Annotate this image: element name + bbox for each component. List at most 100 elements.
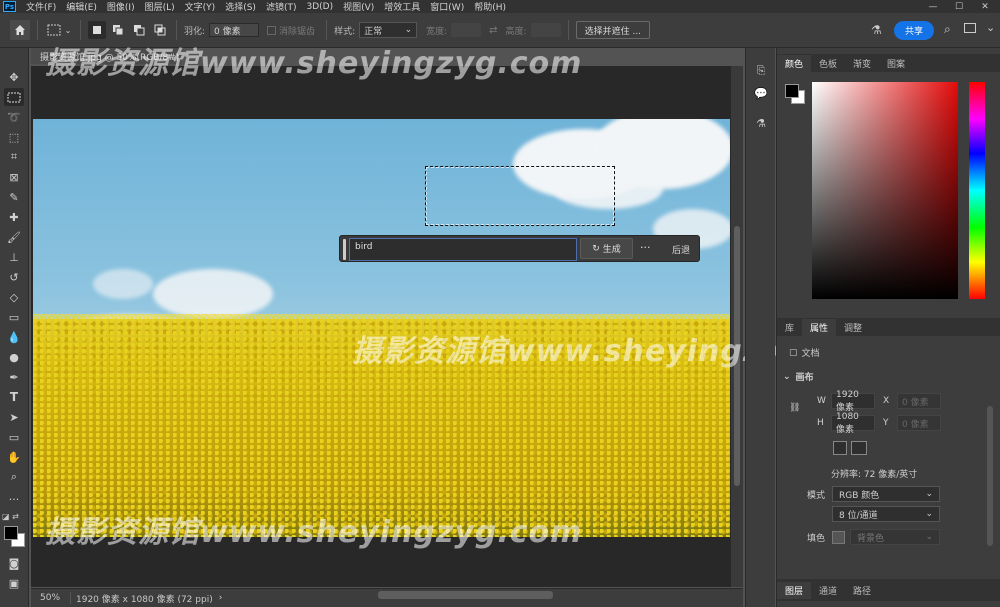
eraser-tool-icon[interactable]: ◇ — [4, 288, 24, 306]
minimize-button[interactable]: — — [920, 0, 946, 13]
width-input[interactable] — [451, 23, 482, 37]
default-colors-icon[interactable]: ◪ ⇄ — [2, 512, 19, 521]
clone-stamp-icon[interactable]: ⊥ — [4, 248, 24, 266]
portrait-orientation-icon[interactable] — [833, 441, 847, 455]
home-icon[interactable] — [10, 20, 30, 40]
flask-icon[interactable]: ⚗ — [752, 114, 770, 132]
select-and-mask-button[interactable]: 选择并遮住 ... — [575, 21, 651, 39]
generate-button[interactable]: ↻ 生成 — [580, 238, 633, 259]
pen-tool-icon[interactable]: ✒ — [4, 368, 24, 386]
bit-depth-select[interactable]: 8 位/通道 ⌄ — [832, 506, 940, 522]
tab-color[interactable]: 颜色 — [777, 55, 812, 72]
mode-select[interactable]: RGB 颜色 ⌄ — [832, 486, 940, 502]
dodge-tool-icon[interactable]: ● — [4, 348, 24, 366]
move-tool-icon[interactable]: ✥ — [4, 68, 24, 86]
brush-tool-icon[interactable]: 🖌 — [4, 228, 24, 246]
prompt-input[interactable]: bird — [349, 238, 577, 261]
screen-mode-icon[interactable]: ▣ — [4, 574, 24, 592]
zoom-tool-icon[interactable]: ⌕ — [4, 468, 24, 486]
marquee-tool-icon[interactable] — [4, 88, 24, 106]
hue-slider[interactable] — [969, 82, 985, 299]
feather-input[interactable]: 0 像素 — [209, 23, 260, 37]
more-options-icon[interactable]: ··· — [640, 241, 651, 254]
tab-libraries[interactable]: 库 — [777, 319, 802, 336]
chevron-right-icon[interactable]: › — [219, 593, 223, 603]
tab-layers[interactable]: 图层 — [777, 581, 812, 599]
menu-view[interactable]: 视图(V) — [338, 0, 379, 13]
new-selection-icon[interactable] — [88, 21, 106, 39]
properties-scrollbar[interactable] — [987, 406, 993, 546]
tab-adjustments[interactable]: 调整 — [836, 319, 870, 336]
history-brush-icon[interactable]: ↺ — [4, 268, 24, 286]
close-button[interactable]: ✕ — [972, 0, 998, 13]
subtract-selection-icon[interactable] — [130, 21, 148, 39]
history-icon[interactable]: ⎘ — [752, 62, 770, 80]
menu-filter[interactable]: 滤镜(T) — [261, 0, 302, 13]
maximize-button[interactable]: ☐ — [946, 0, 972, 13]
tab-paths[interactable]: 路径 — [845, 582, 879, 599]
menu-image[interactable]: 图像(I) — [102, 0, 140, 13]
antialias-checkbox[interactable] — [267, 25, 277, 35]
selection-marquee[interactable] — [425, 166, 615, 226]
frame-tool-icon[interactable]: ⊠ — [4, 168, 24, 186]
document-dimensions: 1920 像素 x 1080 像素 (72 ppi) — [76, 594, 213, 605]
landscape-orientation-icon[interactable] — [851, 441, 867, 455]
canvas-section[interactable]: ⌄ 画布 — [783, 370, 814, 384]
workspace-icon[interactable] — [964, 23, 976, 33]
add-selection-icon[interactable] — [109, 21, 127, 39]
blur-tool-icon[interactable]: 💧 — [4, 328, 24, 346]
search-icon[interactable]: ⌕ — [944, 22, 951, 37]
menu-edit[interactable]: 编辑(E) — [61, 0, 102, 13]
lasso-tool-icon[interactable]: ➰ — [4, 108, 24, 126]
flask-icon[interactable]: ⚗ — [871, 23, 882, 37]
eyedropper-icon[interactable]: ✎ — [4, 188, 24, 206]
canvas-width-field[interactable]: 1920 像素 — [831, 390, 875, 413]
width-label: W — [817, 396, 826, 406]
type-tool-icon[interactable]: T — [4, 388, 24, 406]
foreground-color-swatch[interactable] — [4, 526, 18, 540]
rectangle-tool-icon[interactable]: ▭ — [4, 428, 24, 446]
comments-icon[interactable]: 💬 — [752, 84, 770, 102]
menu-layer[interactable]: 图层(L) — [140, 0, 180, 13]
path-selection-icon[interactable]: ➤ — [4, 408, 24, 426]
document-icon: ▢ — [789, 347, 798, 358]
back-button[interactable]: 后退 — [672, 243, 690, 256]
tab-patterns[interactable]: 图案 — [879, 55, 913, 72]
horizontal-scroll-thumb[interactable] — [378, 591, 553, 599]
menu-type[interactable]: 文字(Y) — [180, 0, 221, 13]
tab-swatches[interactable]: 色板 — [811, 55, 845, 72]
tab-gradients[interactable]: 渐变 — [845, 55, 879, 72]
style-select[interactable]: 正常 ⌄ — [359, 22, 418, 38]
tab-properties[interactable]: 属性 — [802, 319, 837, 336]
menu-3d[interactable]: 3D(D) — [301, 2, 338, 12]
document-row: ▢ 文档 — [789, 346, 820, 360]
panel-foreground-swatch[interactable] — [785, 84, 799, 98]
link-icon[interactable]: ⛓ — [789, 403, 800, 413]
menu-file[interactable]: 文件(F) — [21, 0, 61, 13]
crop-tool-icon[interactable]: ⌗ — [4, 148, 24, 166]
object-selection-icon[interactable]: ⬚ — [4, 128, 24, 146]
chevron-down-icon: ⌄ — [925, 489, 933, 499]
hand-tool-icon[interactable]: ✋ — [4, 448, 24, 466]
menu-plugins[interactable]: 增效工具 — [379, 0, 425, 13]
menu-select[interactable]: 选择(S) — [220, 0, 261, 13]
refresh-icon: ↻ — [592, 243, 600, 254]
share-button[interactable]: 共享 — [894, 21, 934, 40]
menu-window[interactable]: 窗口(W) — [425, 0, 469, 13]
drag-handle[interactable] — [343, 239, 346, 260]
intersect-selection-icon[interactable] — [151, 21, 169, 39]
swap-icon[interactable]: ⇄ — [489, 25, 497, 36]
chevron-down-icon[interactable]: ⌄ — [986, 21, 995, 34]
quick-mask-icon[interactable]: ◙ — [4, 554, 24, 572]
healing-brush-icon[interactable]: ✚ — [4, 208, 24, 226]
chevron-down-icon[interactable]: ⌄ — [63, 21, 73, 39]
more-tools-icon[interactable]: ··· — [4, 490, 24, 508]
zoom-level[interactable]: 50% — [40, 593, 70, 603]
color-picker-field[interactable] — [812, 82, 958, 299]
menu-help[interactable]: 帮助(H) — [469, 0, 511, 13]
marquee-tool-preset-icon[interactable] — [45, 21, 63, 39]
gradient-tool-icon[interactable]: ▭ — [4, 308, 24, 326]
height-input[interactable] — [530, 23, 561, 37]
tab-channels[interactable]: 通道 — [811, 582, 845, 599]
canvas-height-field[interactable]: 1080 像素 — [831, 412, 875, 435]
